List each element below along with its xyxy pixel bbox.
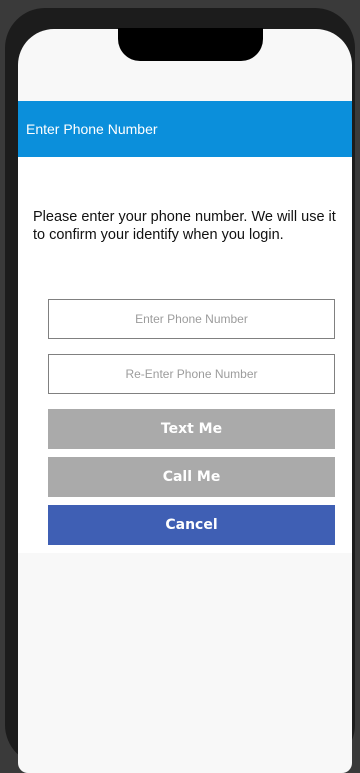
phone-screen: Enter Phone Number Please enter your pho…	[18, 29, 352, 773]
form-panel: Please enter your phone number. We will …	[18, 157, 352, 553]
phone-number-input[interactable]	[48, 299, 335, 339]
title-bar: Enter Phone Number	[18, 101, 352, 157]
reenter-phone-number-input[interactable]	[48, 354, 335, 394]
instructions-text: Please enter your phone number. We will …	[33, 209, 336, 243]
page-title: Enter Phone Number	[26, 121, 158, 137]
cancel-button[interactable]: Cancel	[48, 505, 335, 545]
text-me-button[interactable]: Text Me	[48, 409, 335, 449]
camera-notch	[118, 28, 263, 61]
call-me-button[interactable]: Call Me	[48, 457, 335, 497]
phone-frame: Enter Phone Number Please enter your pho…	[5, 8, 355, 773]
